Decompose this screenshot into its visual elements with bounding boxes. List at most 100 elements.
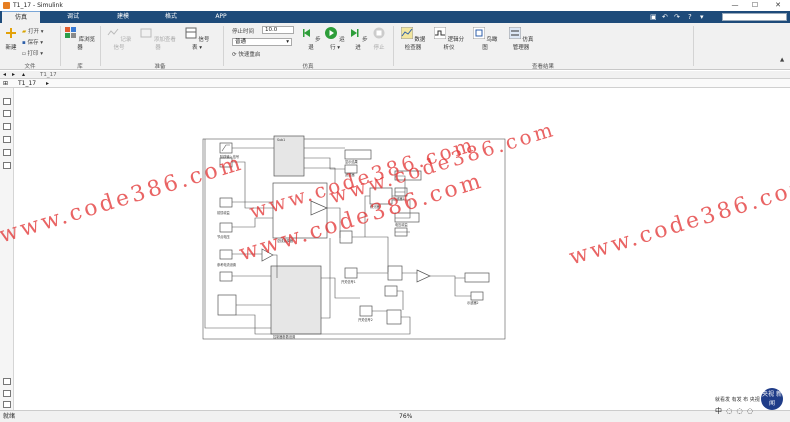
product-block[interactable] (386, 309, 402, 325)
breadcrumb-sub: T1_17 (40, 72, 57, 78)
block-label: 参考电流设置 (217, 262, 236, 267)
folder-icon: ▰ (22, 29, 27, 35)
logo-glyphs: 中 ◌ ◌ ◌ (715, 407, 754, 415)
fast-restart-button[interactable]: ⟳ 快速重启 (232, 50, 260, 58)
library-browser-button[interactable]: 库浏览器 (63, 27, 97, 51)
gain-block[interactable] (416, 269, 431, 283)
print-button[interactable]: ▫ 打印 ▾ (22, 49, 43, 57)
block-label: 显示结果 (345, 159, 359, 164)
close-button[interactable]: ✕ (768, 0, 788, 11)
block-label: 开关信号2 (358, 317, 373, 322)
tab-debug[interactable]: 调试 (60, 11, 86, 23)
area-icon[interactable] (3, 162, 11, 169)
block-label: 电压增益 (395, 222, 409, 227)
block-label: 节点电压 (217, 234, 231, 239)
block-diagram[interactable]: 阶跃输入信号 Sub1 前馈增益 节点电压 参考电流设置 总线选择器 滤波器 积… (15, 88, 790, 410)
maximize-button[interactable]: ☐ (745, 0, 765, 11)
add-viewer-icon (140, 28, 152, 38)
run-button[interactable]: 运行 ▾ (324, 27, 346, 51)
block-label: 前馈增益 (217, 210, 231, 215)
stop-time-field[interactable]: 10.0 (262, 26, 294, 34)
logo-caption: 就看发 有发 布 央视 (715, 397, 760, 403)
stop-icon (373, 27, 385, 39)
zoom-icon[interactable] (3, 98, 11, 105)
tab-modeling[interactable]: 建模 (110, 11, 136, 23)
signal-table-button[interactable]: 信号表 ▾ (182, 27, 212, 51)
back-arrow-icon[interactable]: ◂ (3, 71, 6, 79)
constant-block[interactable] (359, 305, 373, 317)
minimize-button[interactable]: — (725, 0, 745, 11)
display-block[interactable] (464, 272, 490, 283)
collapse-ribbon-icon[interactable]: ▲ (780, 57, 784, 63)
explorer-toggle-icon[interactable]: ⊞ (3, 79, 8, 88)
new-button[interactable]: 新建 (3, 27, 19, 51)
open-button[interactable]: ▰ 打开 ▾ (22, 27, 44, 35)
constant-block[interactable] (219, 197, 233, 208)
block-label: 开关信号1 (341, 279, 356, 284)
arrow-icon[interactable] (3, 123, 11, 130)
simulink-app-icon (3, 2, 10, 9)
display-block[interactable] (344, 149, 372, 160)
block-label: Sub1 (277, 138, 285, 142)
step-back-button[interactable]: 步退 (300, 27, 322, 51)
subsystem-block[interactable] (273, 135, 305, 177)
property-inspector-icon[interactable] (3, 390, 11, 397)
new-icon (6, 28, 16, 38)
log-signals-icon (107, 28, 118, 36)
zoom-level: 76% (399, 413, 413, 420)
fit-view-icon[interactable] (3, 110, 11, 117)
breadcrumb-model[interactable]: T1_17 (18, 79, 36, 88)
annotation-icon[interactable] (3, 136, 11, 143)
birds-eye-button[interactable]: 鸟瞰图 (472, 26, 498, 51)
logic-analyzer-icon (433, 26, 447, 40)
ribbon-tab-bar: 仿真 调试 建模 格式 APP ▣ ↶ ↷ ? ▾ (0, 11, 790, 23)
simulation-manager-button[interactable]: 仿真管理器 (506, 26, 536, 51)
undo-icon[interactable]: ↶ (662, 12, 668, 22)
constant-block[interactable] (344, 267, 358, 279)
forward-arrow-icon[interactable]: ▸ (12, 71, 15, 79)
log-signals-button[interactable]: 记录信号 (104, 27, 134, 51)
breadcrumb: ⊞ T1_17 ▸ (0, 79, 790, 88)
tab-simulation[interactable]: 仿真 (2, 11, 40, 23)
step-forward-button[interactable]: 步进 (347, 27, 369, 51)
constant-block[interactable] (219, 249, 233, 260)
simulation-manager-icon (508, 26, 522, 40)
printer-icon: ▫ (22, 51, 26, 57)
separator (393, 26, 394, 66)
tab-apps[interactable]: APP (208, 11, 234, 23)
search-input[interactable] (722, 13, 787, 21)
window-title: T1_17 - Simulink (13, 2, 63, 9)
save-icon[interactable]: ▣ (650, 12, 657, 22)
section-library: 库 (77, 64, 83, 70)
add-viewer-button[interactable]: 添加查看器 (140, 27, 176, 51)
constant-block[interactable] (219, 222, 233, 233)
stop-time-label: 停止时间 (232, 29, 255, 35)
redo-icon[interactable]: ↷ (674, 12, 680, 22)
stop-button[interactable]: 停止 (370, 27, 388, 51)
separator (60, 26, 61, 66)
logic-analyzer-button[interactable]: 逻辑分析仪 (432, 26, 466, 51)
image-icon[interactable] (3, 149, 11, 156)
simulation-mode-select[interactable]: 普通 ▾ (232, 38, 292, 46)
save-button[interactable]: ▪ 保存 ▾ (22, 38, 43, 46)
up-arrow-icon[interactable]: ▴ (22, 71, 25, 79)
separator (693, 26, 694, 66)
help-icon[interactable]: ? (688, 12, 692, 22)
constant-block[interactable] (384, 285, 398, 297)
product-block[interactable] (387, 265, 403, 281)
tab-format[interactable]: 格式 (158, 11, 184, 23)
collapse-palette-icon[interactable] (3, 401, 11, 408)
step-block[interactable] (219, 142, 233, 154)
model-canvas[interactable]: 阶跃输入信号 Sub1 前馈增益 节点电压 参考电流设置 总线选择器 滤波器 积… (15, 88, 790, 410)
model-browser-icon[interactable] (3, 378, 11, 385)
dropdown-icon[interactable]: ▾ (700, 12, 704, 22)
scope-block[interactable] (470, 291, 484, 301)
broadcaster-logo: 就看发 有发 布 央视 中 ◌ ◌ ◌ 央视 新闻 (715, 388, 785, 418)
data-inspector-button[interactable]: 数据检查器 (398, 26, 428, 51)
controller-subsystem-block[interactable] (270, 265, 322, 335)
from-block[interactable] (217, 294, 237, 316)
constant-block[interactable] (219, 271, 233, 282)
data-inspector-icon (400, 26, 414, 40)
section-prepare: 准备 (154, 64, 166, 70)
ribbon: 新建 ▰ 打开 ▾ ▪ 保存 ▾ ▫ 打印 ▾ 文件 库浏览器 库 记录信号 添… (0, 23, 790, 70)
